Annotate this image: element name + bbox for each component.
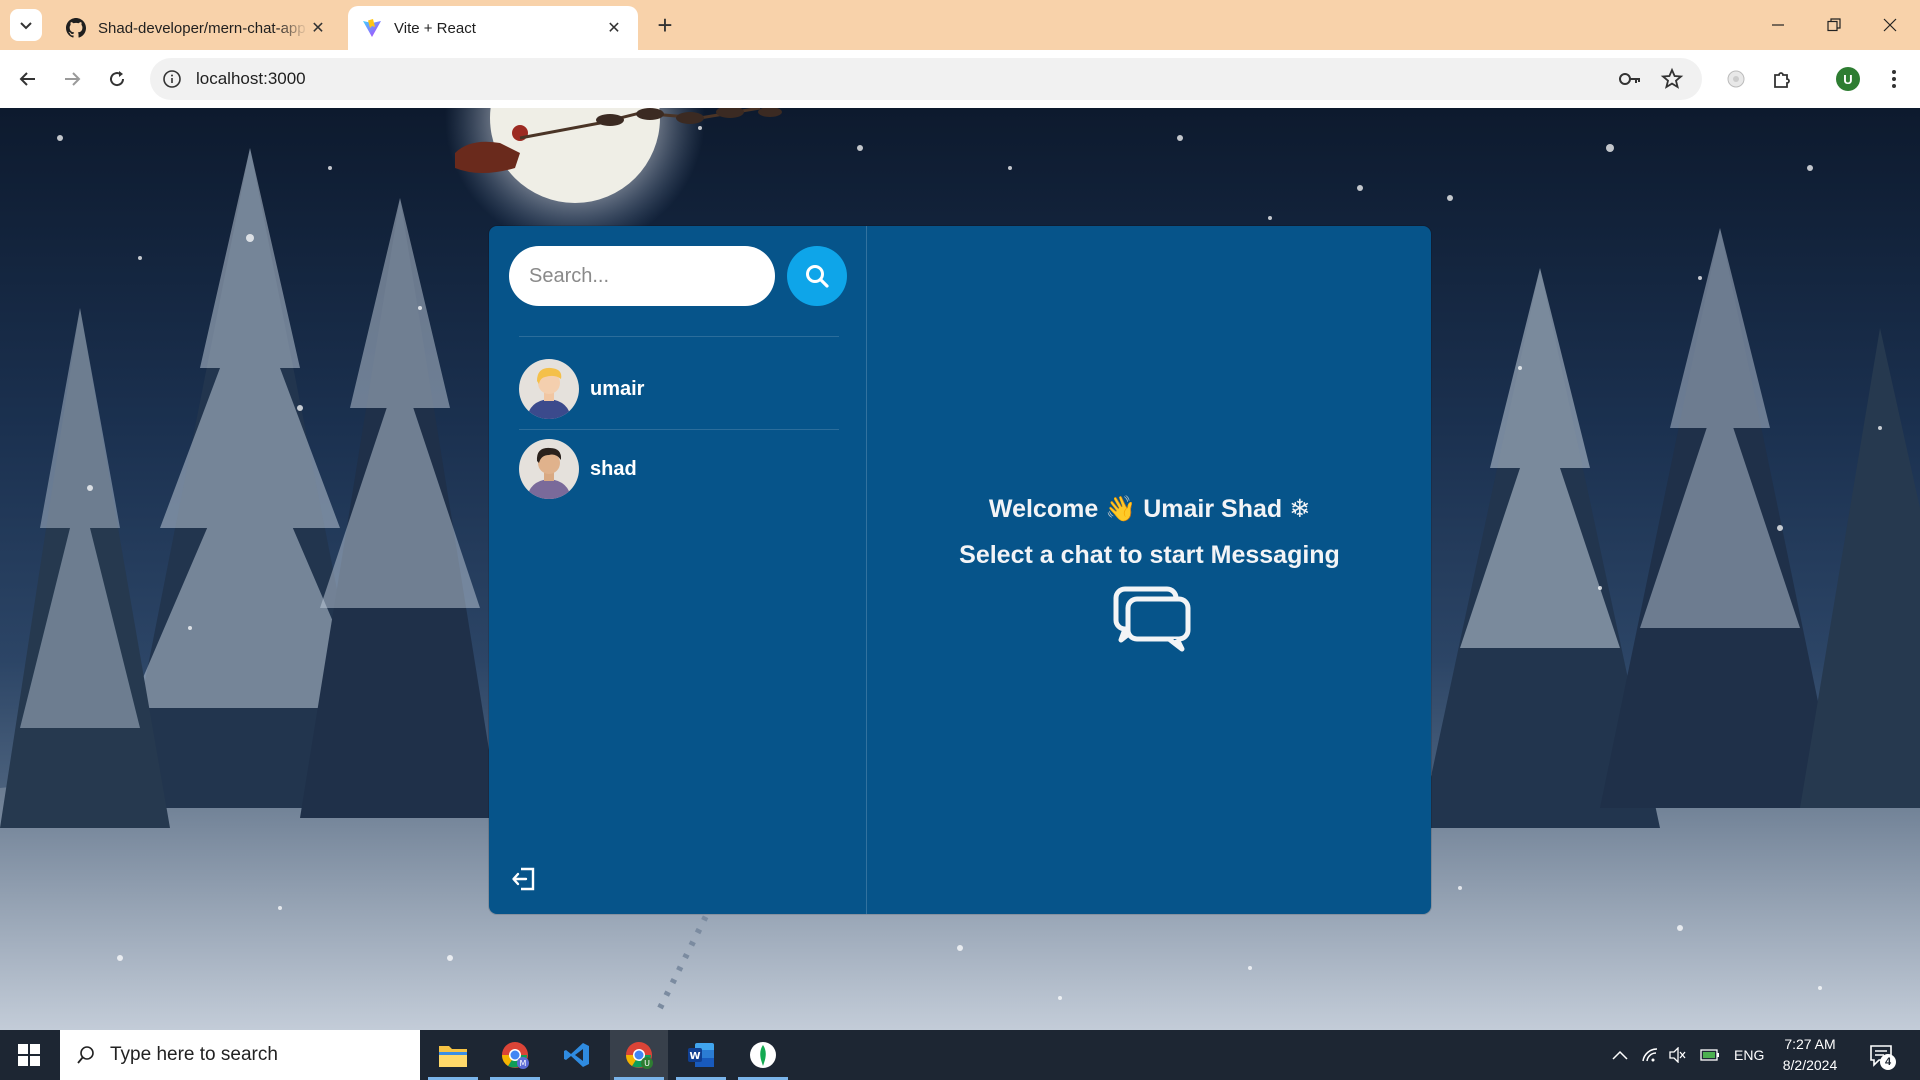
github-icon (66, 18, 86, 38)
svg-text:W: W (689, 1051, 700, 1062)
avatar (519, 359, 579, 419)
mongodb-compass-icon (750, 1042, 776, 1068)
search-icon (806, 265, 829, 288)
chat-bubbles-icon (1113, 586, 1191, 652)
more-vertical-icon (1892, 70, 1896, 88)
clock-time[interactable]: 7:27 AM (1770, 1036, 1850, 1052)
restore-icon (1827, 18, 1841, 32)
windows-logo-icon (18, 1044, 40, 1066)
notification-count-badge: 4 (1880, 1054, 1896, 1070)
forward-button[interactable] (56, 63, 88, 95)
vscode-button[interactable] (548, 1030, 606, 1080)
chevron-down-icon (20, 22, 32, 30)
chrome-m-icon: M (501, 1042, 529, 1069)
close-tab-icon[interactable]: ✕ (604, 18, 624, 38)
new-tab-button[interactable]: + (650, 10, 680, 40)
taskbar-search-box[interactable]: Type here to search (60, 1030, 420, 1080)
conversation-item-shad[interactable]: shad (509, 434, 849, 504)
password-key-icon[interactable] (1618, 69, 1642, 89)
avatar (519, 439, 579, 499)
tab-search-button[interactable] (10, 9, 42, 41)
close-tab-icon[interactable]: ✕ (308, 18, 328, 38)
vscode-icon (564, 1043, 589, 1067)
show-hidden-icons-button[interactable] (1610, 1045, 1630, 1065)
language-indicator[interactable]: ENG (1734, 1047, 1764, 1063)
tab-title: Vite + React (394, 19, 476, 37)
url-text: localhost:3000 (196, 69, 306, 88)
site-info-icon[interactable] (162, 69, 182, 89)
close-window-button[interactable] (1862, 0, 1918, 50)
file-explorer-button[interactable] (424, 1030, 482, 1080)
tab-github[interactable]: Shad-developer/mern-chat-app ✕ (52, 6, 342, 50)
browser-toolbar: localhost:3000 U (0, 50, 1920, 108)
volume-muted-icon (1669, 1047, 1686, 1063)
minimize-icon (1772, 24, 1784, 26)
bookmark-star-icon[interactable] (1660, 67, 1684, 91)
message-container: Welcome 👋 Umair Shad ❄ Select a chat to … (868, 226, 1431, 914)
wifi-icon (1642, 1048, 1658, 1062)
taskbar-search-placeholder: Type here to search (110, 1044, 278, 1065)
arrow-left-icon (19, 72, 35, 86)
tab-vite-react[interactable]: Vite + React ✕ (348, 6, 638, 50)
avatar-boy-dark-hair-icon (519, 439, 579, 499)
word-icon: W (688, 1043, 714, 1067)
back-button[interactable] (12, 63, 44, 95)
svg-text:M: M (520, 1059, 527, 1068)
battery-charging-icon (1700, 1049, 1719, 1061)
reload-button[interactable] (101, 63, 133, 95)
profile-avatar: U (1836, 67, 1860, 91)
file-explorer-icon (439, 1046, 467, 1067)
start-button[interactable] (0, 1030, 58, 1080)
profile-button[interactable]: U (1832, 63, 1864, 95)
vite-icon (362, 18, 382, 38)
sidebar: umair shad (489, 226, 867, 914)
extension-puzzle-faded-icon (1727, 70, 1745, 88)
chrome-u-button[interactable]: U (610, 1030, 668, 1080)
browser-tab-strip: Shad-developer/mern-chat-app ✕ Vite + Re… (0, 0, 1920, 50)
conversation-item-umair[interactable]: umair (509, 354, 849, 424)
battery-button[interactable] (1700, 1045, 1720, 1065)
clock-date[interactable]: 8/2/2024 (1770, 1057, 1850, 1073)
conversation-name: umair (590, 377, 645, 400)
divider (519, 336, 839, 337)
divider (519, 429, 839, 430)
close-icon (1883, 18, 1897, 32)
address-bar[interactable]: localhost:3000 (150, 58, 1702, 100)
page-viewport: umair shad Welcom (0, 108, 1920, 1030)
conversation-name: shad (590, 457, 637, 480)
logout-icon (512, 867, 535, 891)
extension-button[interactable] (1720, 63, 1752, 95)
reload-icon (110, 71, 125, 87)
chat-app-card: umair shad Welcom (489, 226, 1431, 914)
restore-button[interactable] (1806, 0, 1862, 50)
volume-button[interactable] (1668, 1045, 1688, 1065)
network-button[interactable] (1640, 1045, 1660, 1065)
windows-taskbar: Type here to search M U W ENG 7:27 AM 8/… (0, 1030, 1920, 1080)
tab-title: Shad-developer/mern-chat-app (98, 19, 306, 37)
extensions-menu-button[interactable] (1766, 63, 1798, 95)
logout-button[interactable] (509, 864, 539, 894)
arrow-right-icon (65, 72, 81, 86)
chrome-u-icon: U (625, 1042, 653, 1069)
puzzle-icon (1774, 72, 1790, 88)
minimize-button[interactable] (1750, 0, 1806, 50)
chrome-m-button[interactable]: M (486, 1030, 544, 1080)
avatar-boy-blonde-icon (519, 359, 579, 419)
welcome-heading: Welcome 👋 Umair Shad ❄ (988, 495, 1311, 523)
chevron-up-icon (1612, 1050, 1628, 1060)
search-input[interactable] (509, 246, 775, 306)
search-icon (77, 1046, 94, 1064)
svg-text:U: U (644, 1059, 650, 1068)
word-button[interactable]: W (672, 1030, 730, 1080)
pine-trees-left (0, 148, 500, 828)
welcome-prompt: Select a chat to start Messaging (959, 541, 1340, 569)
search-button[interactable] (787, 246, 847, 306)
browser-menu-button[interactable] (1878, 63, 1910, 95)
mongodb-compass-button[interactable] (734, 1030, 792, 1080)
